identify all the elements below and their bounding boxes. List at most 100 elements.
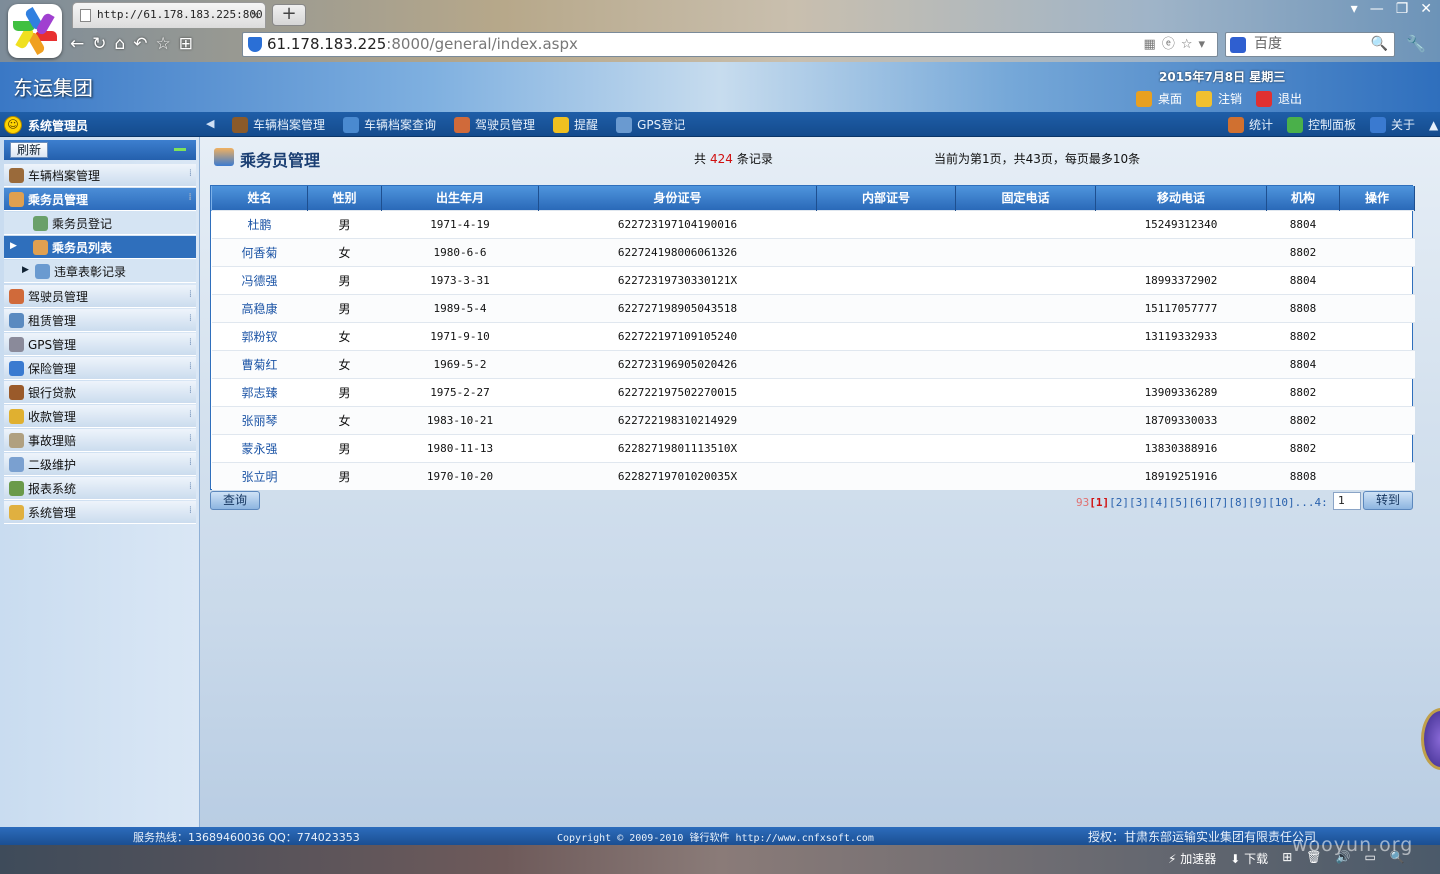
- column-header[interactable]: 操作: [1339, 186, 1415, 210]
- sidebar-item-13[interactable]: 报表系统 ⁞: [4, 477, 196, 500]
- sidebar-item-2[interactable]: 乘务员登记: [4, 212, 196, 235]
- sidebar-item-label: 银行贷款: [28, 385, 77, 400]
- browser-tab[interactable]: http://61.178.183.225:800 ×: [72, 2, 266, 28]
- sidebar-item-9[interactable]: 银行贷款 ⁞: [4, 381, 196, 404]
- sidebar-item-5[interactable]: 驾驶员管理 ⁞: [4, 285, 196, 308]
- record-number: 424: [710, 152, 733, 166]
- sidebar-item-12[interactable]: 二级维护 ⁞: [4, 453, 196, 476]
- back-icon[interactable]: ←: [70, 32, 84, 56]
- table-cell[interactable]: 张丽琴: [211, 405, 308, 434]
- apps-icon[interactable]: ⊞: [179, 32, 193, 56]
- sidebar-item-label: GPS管理: [28, 337, 77, 352]
- accelerator-button[interactable]: ⚡ 加速器: [1168, 850, 1216, 867]
- panel-icon: [1287, 116, 1304, 133]
- restore-icon[interactable]: ❐: [1396, 0, 1409, 18]
- menu-item-label: 提醒: [574, 118, 599, 132]
- home-icon[interactable]: ⌂: [115, 32, 126, 56]
- sidebar-item-6[interactable]: 租赁管理 ⁞: [4, 309, 196, 332]
- expand-arrow-icon[interactable]: ▶: [10, 241, 17, 251]
- reload-icon[interactable]: ↻: [92, 32, 106, 56]
- sidebar-item-1[interactable]: 乘务员管理 ⁞: [4, 188, 196, 211]
- logout-link[interactable]: 注销: [1196, 90, 1242, 107]
- column-header[interactable]: 移动电话: [1095, 186, 1267, 210]
- pager-page-link[interactable]: [5]: [1169, 496, 1189, 509]
- window-controls: ▾ — ❐ ✕: [1351, 0, 1432, 18]
- pager-page-link[interactable]: [4]: [1149, 496, 1169, 509]
- desktop-link[interactable]: 桌面: [1136, 90, 1182, 107]
- nav-scroll-left-icon[interactable]: ◀: [206, 117, 214, 130]
- sidebar-item-3[interactable]: ▶ 乘务员列表: [4, 236, 196, 259]
- pager-page-link[interactable]: [9]: [1248, 496, 1268, 509]
- pager-suffix[interactable]: ...4:: [1295, 496, 1328, 509]
- column-header[interactable]: 身份证号: [538, 186, 817, 210]
- column-header[interactable]: 固定电话: [955, 186, 1096, 210]
- menu-item-4[interactable]: GPS登记: [616, 116, 685, 133]
- table-cell[interactable]: 张立明: [211, 461, 308, 490]
- column-header[interactable]: 性别: [307, 186, 382, 210]
- address-bar[interactable]: 61.178.183.225:8000/general/index.aspx ▦…: [242, 32, 1218, 57]
- tools-wrench-icon[interactable]: 🔧: [1406, 34, 1426, 53]
- collapse-header-icon[interactable]: ▲: [1429, 118, 1438, 132]
- table-cell: 8802: [1266, 237, 1340, 266]
- search-icon[interactable]: 🔍: [1371, 33, 1388, 56]
- right-menu-item-2[interactable]: 关于: [1370, 116, 1415, 133]
- query-button[interactable]: 查询: [210, 491, 260, 510]
- table-cell[interactable]: 曹菊红: [211, 349, 308, 378]
- refresh-button[interactable]: 刷新: [10, 142, 48, 158]
- pager-page-link[interactable]: [8]: [1228, 496, 1248, 509]
- table-cell[interactable]: 蒙永强: [211, 433, 308, 462]
- goto-button[interactable]: 转到: [1363, 491, 1413, 510]
- browser-logo-icon[interactable]: [8, 4, 62, 58]
- sidebar-item-4[interactable]: ▶ 违章表彰记录: [4, 260, 196, 283]
- address-tools-icon[interactable]: ▦ⓔ☆▾: [1144, 33, 1211, 56]
- sidebar-item-8[interactable]: 保险管理 ⁞: [4, 357, 196, 380]
- pager-page-link[interactable]: [3]: [1129, 496, 1149, 509]
- expand-arrow-icon[interactable]: ▶: [22, 265, 29, 275]
- download-button[interactable]: ⬇ 下载: [1230, 850, 1268, 867]
- table-cell[interactable]: 何香菊: [211, 237, 308, 266]
- logout-label: 注销: [1218, 92, 1243, 106]
- close-window-icon[interactable]: ✕: [1420, 0, 1432, 18]
- table-cell[interactable]: 郭志臻: [211, 377, 308, 406]
- column-header[interactable]: 出生年月: [381, 186, 539, 210]
- table-cell[interactable]: 冯德强: [211, 265, 308, 294]
- sidebar-item-10[interactable]: 收款管理 ⁞: [4, 405, 196, 428]
- add-icon[interactable]: ⊞: [1282, 850, 1292, 867]
- table-cell: [955, 433, 1096, 462]
- pager-page-link[interactable]: [7]: [1209, 496, 1229, 509]
- pager-page-link[interactable]: [10]: [1268, 496, 1295, 509]
- sidebar-item-label: 车辆档案管理: [28, 168, 101, 183]
- menu-item-0[interactable]: 车辆档案管理: [232, 116, 325, 133]
- sidebar-item-11[interactable]: 事故理赔 ⁞: [4, 429, 196, 452]
- undo-icon[interactable]: ↶: [133, 32, 147, 56]
- exit-link[interactable]: 退出: [1256, 90, 1302, 107]
- right-menu-item-1[interactable]: 控制面板: [1287, 116, 1356, 133]
- right-menu-item-0[interactable]: 统计: [1228, 116, 1273, 133]
- sidebar-item-14[interactable]: 系统管理 ⁞: [4, 501, 196, 524]
- sidebar-collapse-icon[interactable]: [174, 148, 186, 151]
- sidebar-expand-icon: ⁞: [188, 457, 192, 468]
- search-box[interactable]: 百度 🔍: [1225, 32, 1395, 57]
- column-header[interactable]: 内部证号: [816, 186, 956, 210]
- menu-item-2[interactable]: 驾驶员管理: [454, 116, 535, 133]
- skin-icon[interactable]: ▾: [1351, 0, 1358, 18]
- new-tab-button[interactable]: +: [272, 4, 306, 26]
- table-cell[interactable]: 杜鹏: [211, 209, 308, 238]
- column-header[interactable]: 机构: [1266, 186, 1340, 210]
- system-icon: [9, 504, 24, 520]
- sidebar-item-7[interactable]: GPS管理 ⁞: [4, 333, 196, 356]
- table-cell: 1971-4-19: [381, 209, 539, 238]
- sidebar-item-0[interactable]: 车辆档案管理 ⁞: [4, 164, 196, 187]
- pager-page-link[interactable]: [6]: [1189, 496, 1209, 509]
- sidebar-item-label: 违章表彰记录: [54, 264, 127, 279]
- menu-item-1[interactable]: 车辆档案查询: [343, 116, 436, 133]
- column-header[interactable]: 姓名: [211, 186, 308, 210]
- table-cell[interactable]: 郭粉钗: [211, 321, 308, 350]
- pager-page-link[interactable]: [2]: [1109, 496, 1129, 509]
- menu-item-3[interactable]: 提醒: [553, 116, 598, 133]
- tab-close-icon[interactable]: ×: [250, 3, 260, 27]
- favorite-icon[interactable]: ☆: [156, 32, 171, 56]
- minimize-icon[interactable]: —: [1370, 0, 1384, 18]
- table-cell[interactable]: 高稳康: [211, 293, 308, 322]
- page-number-input[interactable]: 1: [1333, 492, 1361, 510]
